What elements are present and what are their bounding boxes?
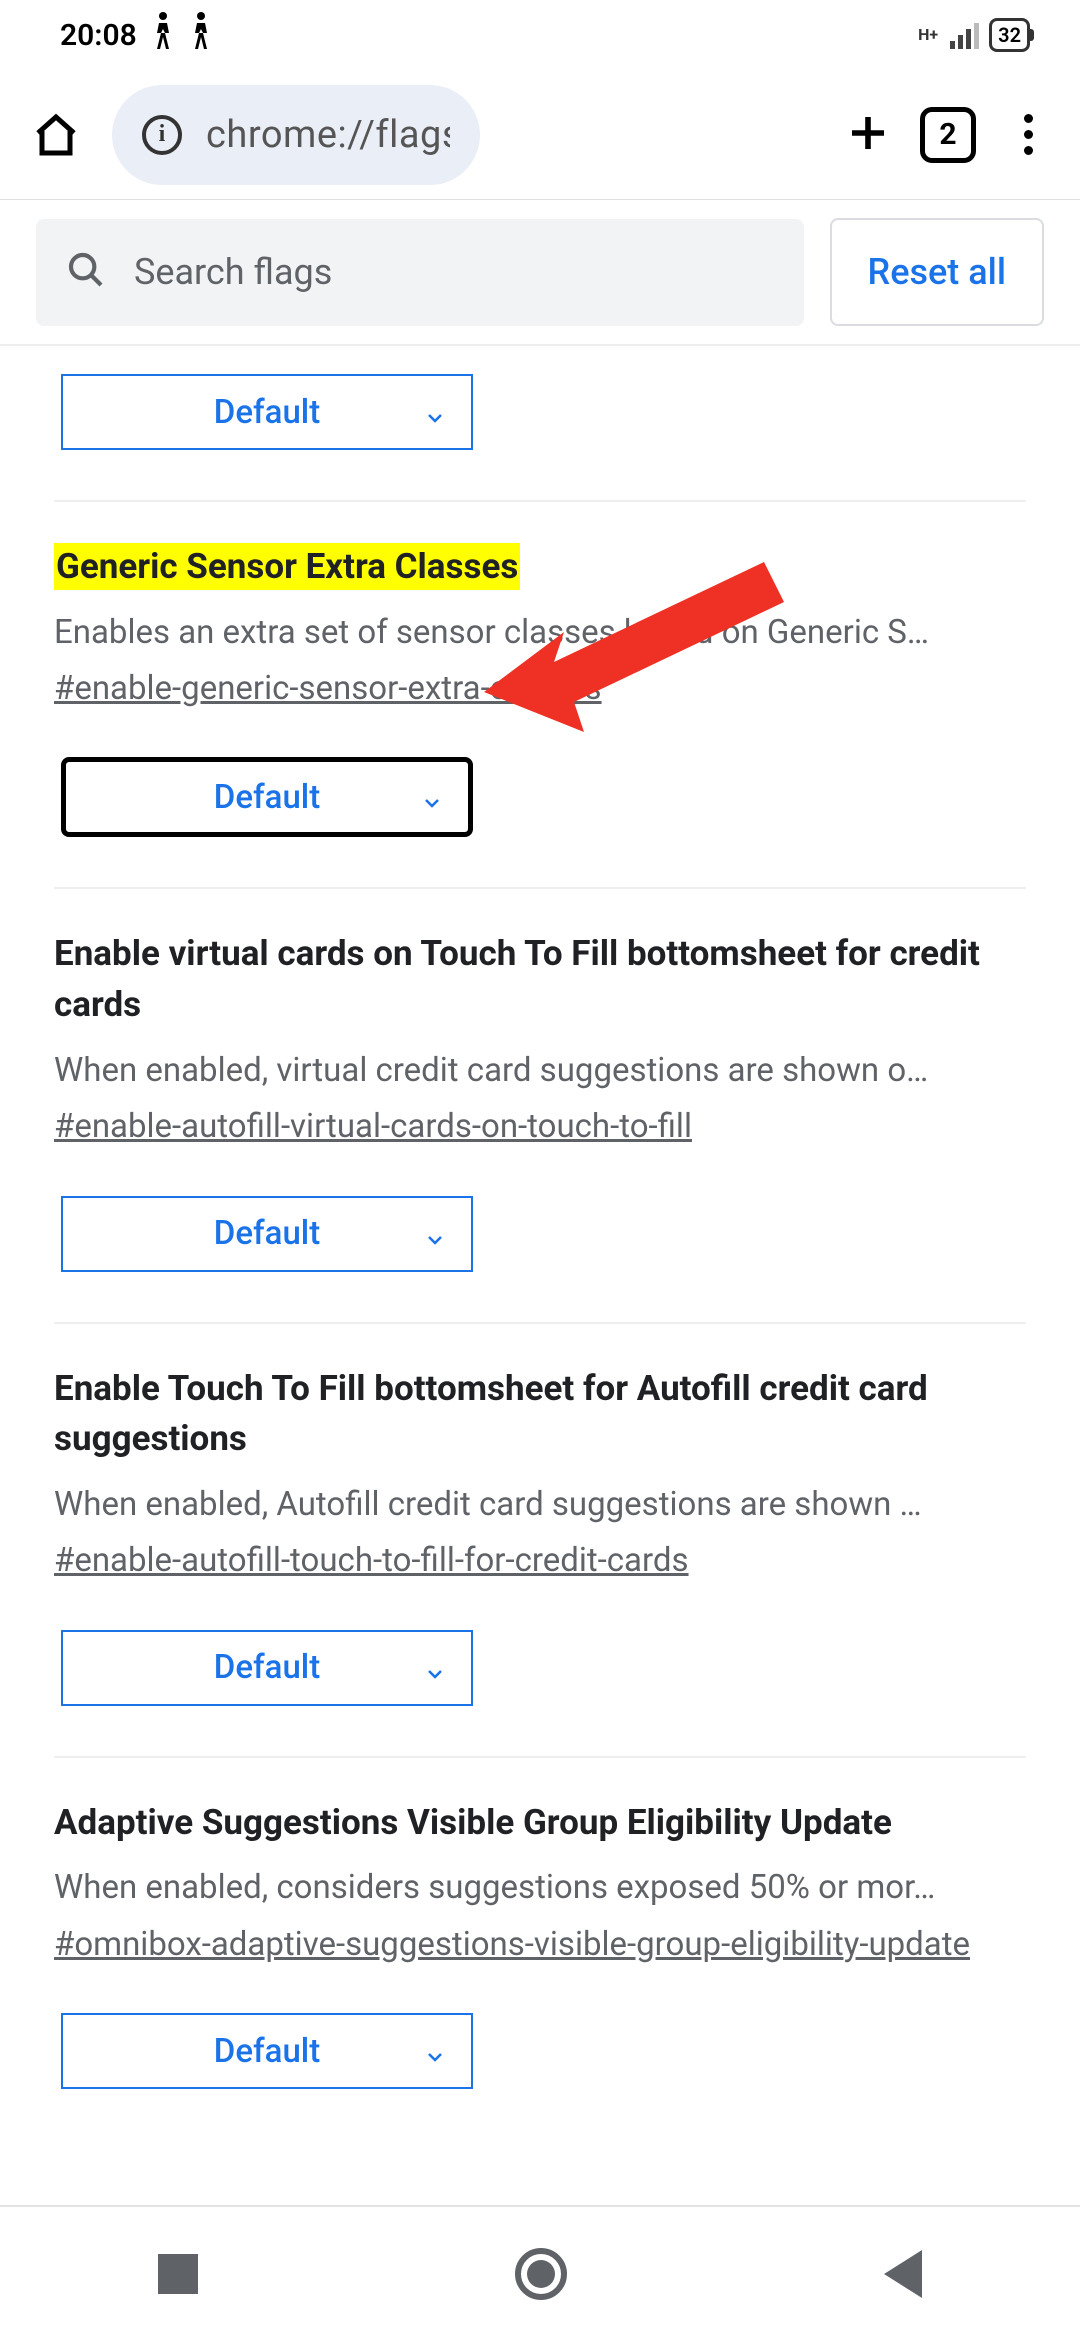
status-bar: 20:08 H+ 32	[0, 0, 1080, 70]
dropdown-value: Default	[214, 2032, 320, 2071]
signal-icon	[950, 21, 979, 49]
reset-all-label: Reset all	[868, 251, 1006, 293]
search-icon	[66, 250, 106, 294]
home-button[interactable]	[28, 107, 84, 163]
flag-item: Enable Touch To Fill bottomsheet for Aut…	[54, 1324, 1026, 1758]
android-nav-bar	[0, 2205, 1080, 2340]
nav-recents-button[interactable]	[158, 2254, 198, 2294]
tab-switcher-button[interactable]: 2	[920, 107, 976, 163]
url-bar[interactable]: i chrome://flags/#enab	[112, 85, 480, 185]
battery-pct: 32	[998, 23, 1021, 47]
dropdown-value: Default	[214, 1214, 320, 1253]
chevron-down-icon	[423, 1656, 447, 1680]
flag-title: Adaptive Suggestions Visible Group Eligi…	[54, 1798, 1026, 1849]
flag-title: Enable Touch To Fill bottomsheet for Aut…	[54, 1364, 1026, 1466]
flag-dropdown[interactable]: Default	[61, 1196, 473, 1272]
search-row: Search flags Reset all	[0, 200, 1080, 346]
nav-back-button[interactable]	[884, 2250, 922, 2298]
flag-item: Enable virtual cards on Touch To Fill bo…	[54, 889, 1026, 1323]
walk-icon	[189, 11, 213, 59]
flag-description: When enabled, Autofill credit card sugge…	[54, 1479, 1026, 1530]
flags-list: Default Generic Sensor Extra Classes Ena…	[0, 346, 1080, 2139]
flag-title: Enable virtual cards on Touch To Fill bo…	[54, 929, 1026, 1031]
status-right: H+ 32	[918, 18, 1030, 52]
overflow-menu-button[interactable]	[1004, 111, 1052, 159]
search-input[interactable]: Search flags	[36, 219, 804, 326]
browser-toolbar: i chrome://flags/#enab 2	[0, 70, 1080, 200]
url-text: chrome://flags/#enab	[206, 113, 450, 157]
chevron-down-icon	[423, 400, 447, 424]
new-tab-button[interactable]	[844, 109, 892, 161]
flag-dropdown[interactable]: Default	[61, 757, 473, 837]
search-placeholder: Search flags	[134, 251, 332, 293]
flag-description: When enabled, virtual credit card sugges…	[54, 1045, 1026, 1096]
flag-item: Adaptive Suggestions Visible Group Eligi…	[54, 1758, 1026, 2139]
flag-anchor-link[interactable]: #enable-autofill-virtual-cards-on-touch-…	[54, 1102, 692, 1152]
flag-title: Generic Sensor Extra Classes	[54, 543, 520, 590]
dot-icon	[1024, 146, 1033, 155]
tab-count: 2	[939, 117, 956, 152]
dropdown-value: Default	[214, 778, 320, 817]
dot-icon	[1024, 114, 1033, 123]
flag-description: Enables an extra set of sensor classes b…	[54, 607, 1026, 658]
dot-icon	[1024, 130, 1033, 139]
network-type-label: H+	[918, 27, 938, 43]
flag-anchor-link[interactable]: #enable-autofill-touch-to-fill-for-credi…	[54, 1536, 689, 1586]
flag-dropdown[interactable]: Default	[61, 374, 473, 450]
nav-home-button[interactable]	[515, 2248, 567, 2300]
status-left: 20:08	[60, 11, 213, 59]
info-icon: i	[142, 115, 182, 155]
flag-dropdown[interactable]: Default	[61, 1630, 473, 1706]
battery-indicator: 32	[989, 18, 1030, 52]
walk-icon	[151, 11, 175, 59]
reset-all-button[interactable]: Reset all	[830, 218, 1044, 326]
status-time: 20:08	[60, 18, 137, 53]
dropdown-value: Default	[214, 1648, 320, 1687]
flag-dropdown[interactable]: Default	[61, 2013, 473, 2089]
flag-anchor-link[interactable]: #omnibox-adaptive-suggestions-visible-gr…	[54, 1920, 970, 1970]
flag-description: When enabled, considers suggestions expo…	[54, 1862, 1026, 1913]
dropdown-value: Default	[214, 393, 320, 432]
flag-item: Generic Sensor Extra Classes Enables an …	[54, 502, 1026, 889]
chevron-down-icon	[420, 785, 444, 809]
flag-item: Default	[54, 346, 1026, 502]
chevron-down-icon	[423, 1222, 447, 1246]
chevron-down-icon	[423, 2039, 447, 2063]
flag-anchor-link[interactable]: #enable-generic-sensor-extra-classes	[54, 664, 602, 714]
